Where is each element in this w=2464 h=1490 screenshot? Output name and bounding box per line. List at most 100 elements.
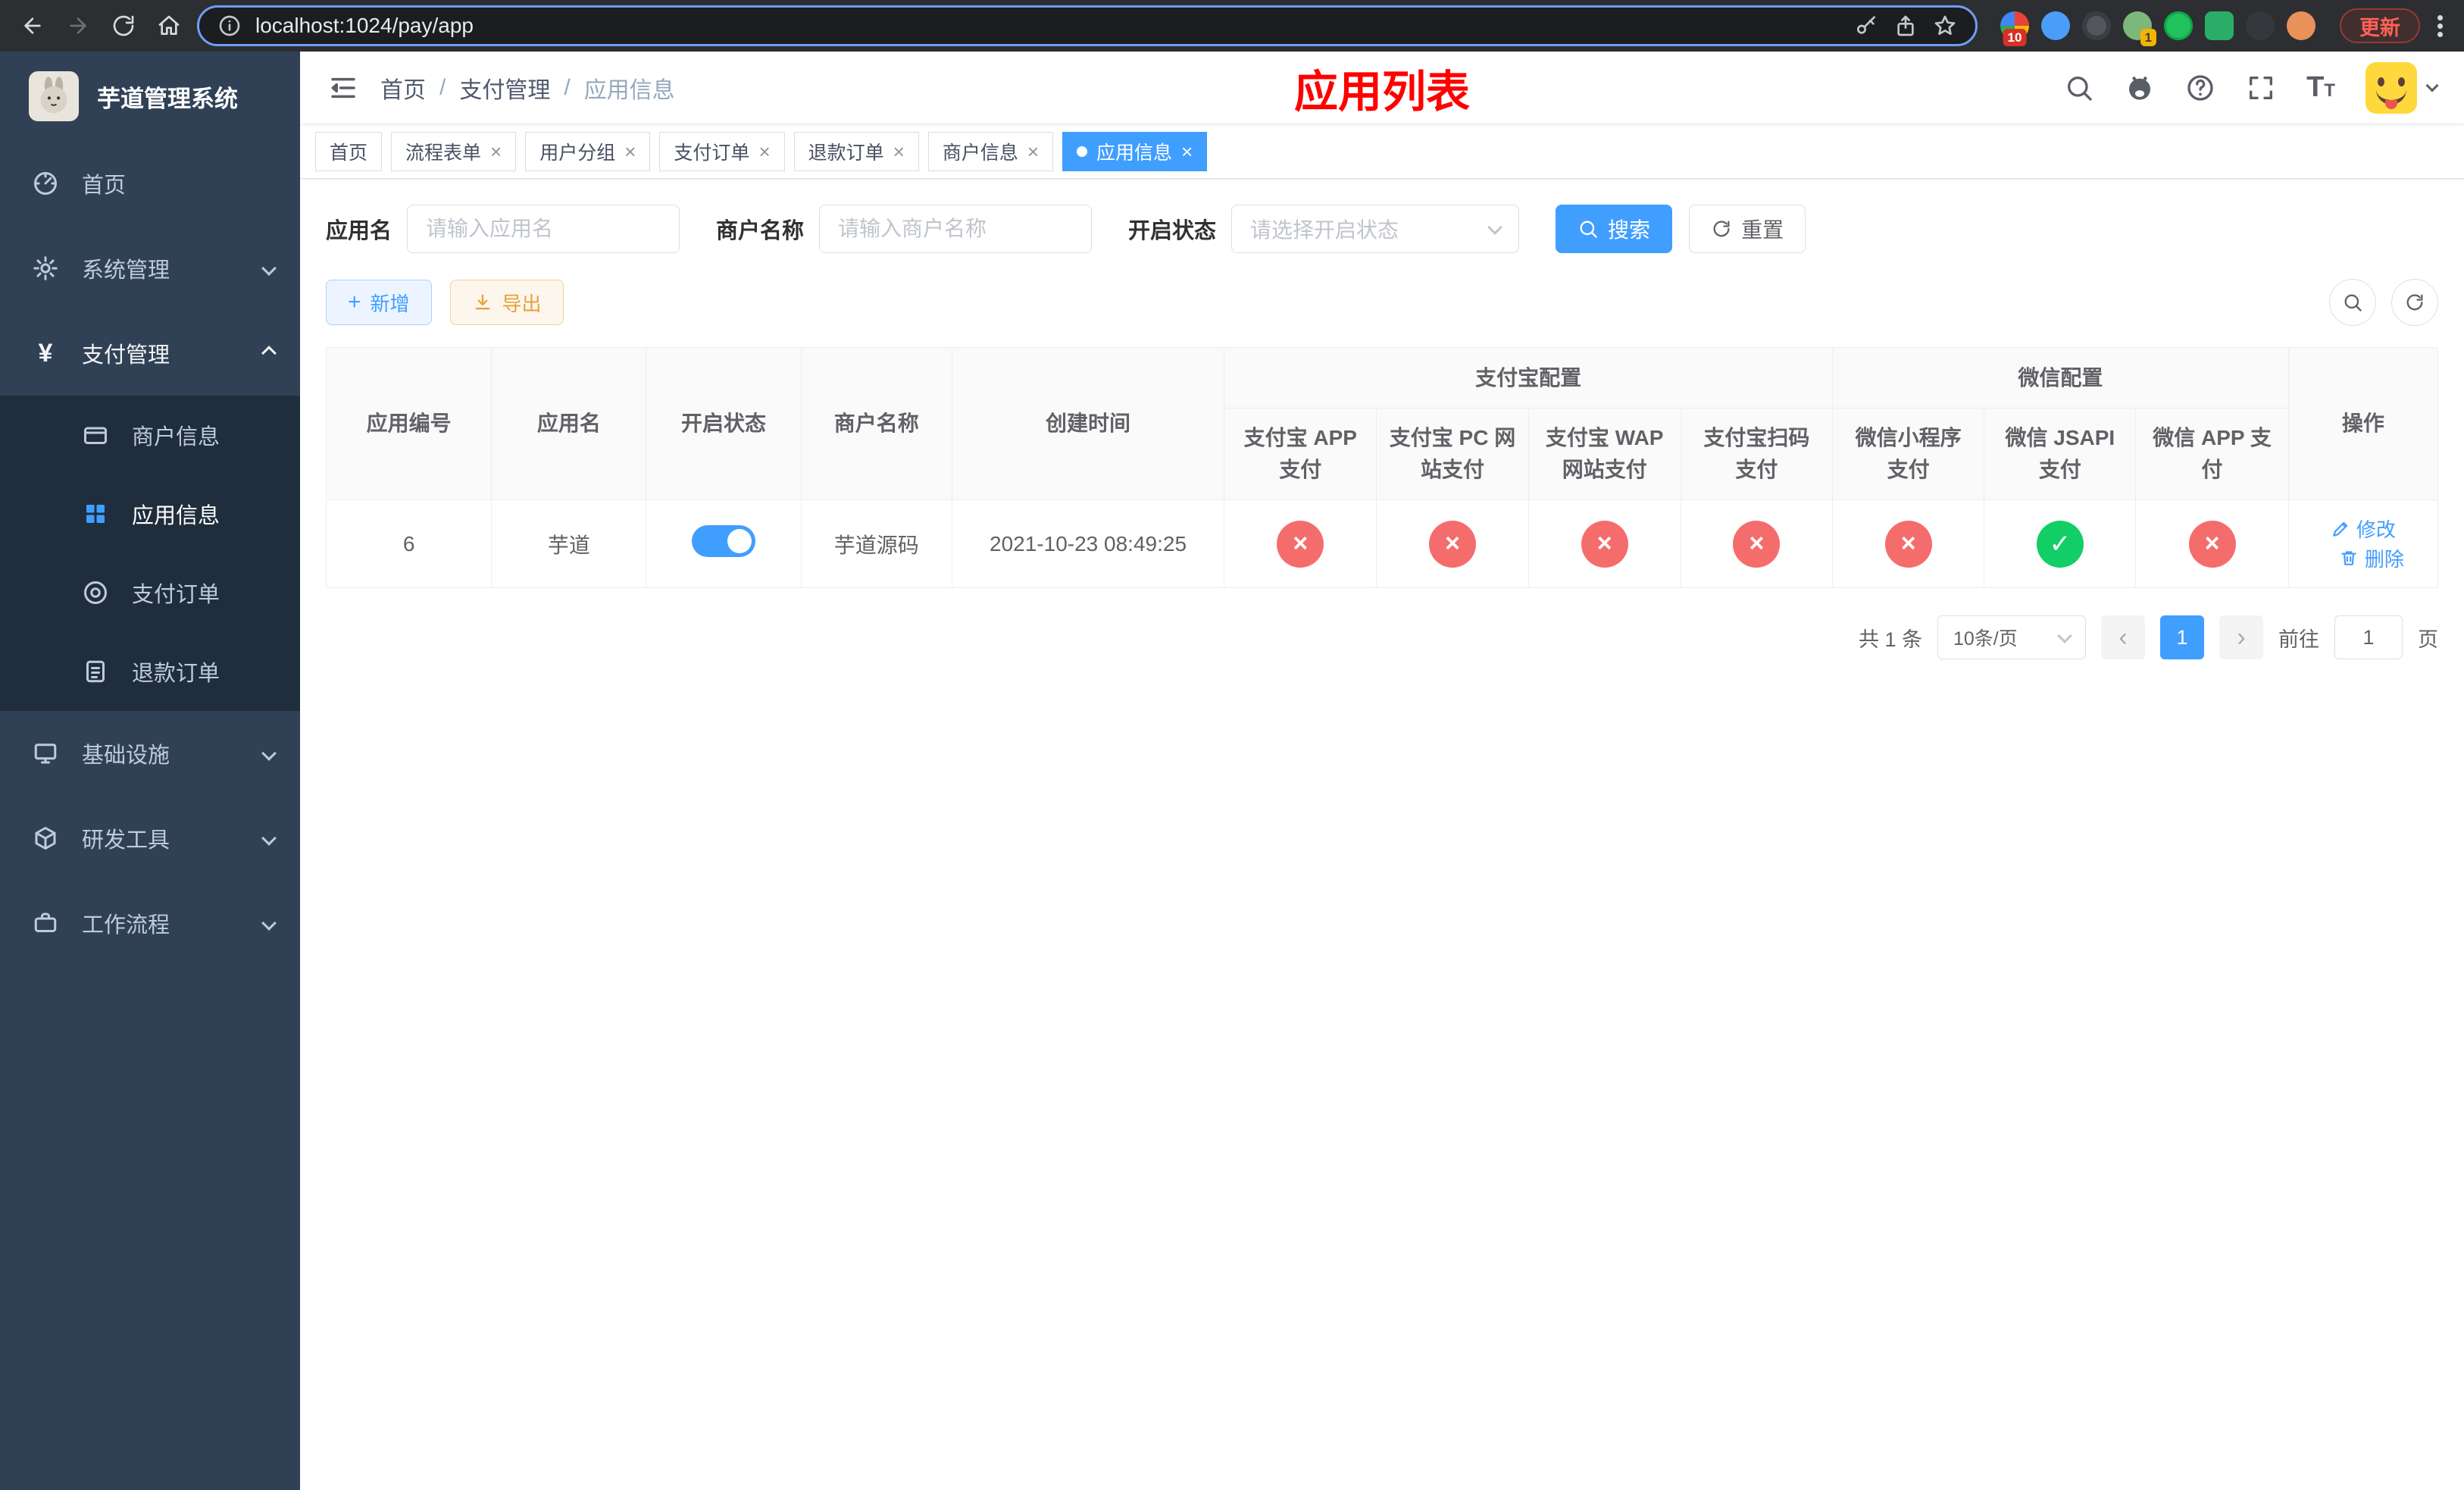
page-info-icon[interactable] [216,12,243,39]
navbar-actions: TT [2064,61,2439,114]
user-avatar[interactable] [2366,61,2417,114]
share-icon[interactable] [1892,12,1919,39]
cell-actions: 修改 删除 [2287,499,2439,588]
refresh-table-button[interactable] [2391,279,2438,326]
url-bar[interactable]: localhost:1024/pay/app [197,5,1978,46]
pagination-total: 共 1 条 [1858,628,1922,651]
page-title: 应用列表 [1293,67,1471,117]
profile-avatar[interactable] [2287,11,2315,40]
sidebar-item-merchant-info[interactable]: 商户信息 [0,396,300,474]
extension-icon[interactable] [2246,11,2275,40]
col-header-alipay-qr: 支付宝扫码支付 [1680,408,1834,500]
box-icon [35,827,56,850]
add-button[interactable]: + 新增 [326,280,432,325]
trash-icon [2341,551,2356,565]
delete-link[interactable]: 删除 [2339,544,2404,572]
sidebar-item-system[interactable]: 系统管理 [0,226,300,311]
extension-icon[interactable] [2041,11,2070,40]
app-name-input[interactable] [407,205,680,253]
sidebar-item-workflow[interactable]: 工作流程 [0,881,300,966]
toggle-search-button[interactable] [2329,279,2376,326]
sidebar-item-payment[interactable]: ¥ 支付管理 [0,311,300,396]
tab-label: 用户分组 [539,142,616,164]
sidebar-item-home[interactable]: 首页 [0,141,300,226]
breadcrumb-section[interactable]: 支付管理 [459,71,550,105]
app-title: 芋道管理系统 [97,85,238,112]
sidebar-item-pay-orders[interactable]: 支付订单 [0,553,300,632]
col-header-merchant: 商户名称 [800,347,952,500]
breadcrumb-home[interactable]: 首页 [380,71,426,105]
close-icon[interactable]: × [758,142,770,161]
prev-page-button[interactable]: ‹ [2101,615,2145,659]
url-text[interactable]: localhost:1024/pay/app [255,14,1840,38]
help-icon[interactable] [2185,73,2215,103]
page-number-button[interactable]: 1 [2160,615,2204,659]
sidebar-item-refund-orders[interactable]: 退款订单 [0,632,300,711]
tab-refund-orders[interactable]: 退款订单 × [793,131,919,171]
disabled-cross-icon: × [1277,520,1324,568]
tab-user-group[interactable]: 用户分组 × [525,131,651,171]
extension-icon[interactable]: 1 [2123,11,2156,46]
close-icon[interactable]: × [490,142,502,161]
col-header-wx-app: 微信 APP 支付 [2135,408,2289,500]
extension-icon[interactable] [2205,11,2234,40]
chevron-down-icon [261,831,277,846]
search-button[interactable]: 搜索 [1556,205,1673,253]
status-select[interactable]: 请选择开启状态 [1231,205,1520,253]
fullscreen-icon[interactable] [2246,73,2276,103]
reset-button[interactable]: 重置 [1689,205,1806,253]
chrome-menu-icon[interactable] [2431,12,2449,40]
tab-app-info[interactable]: 应用信息 × [1062,131,1208,171]
close-icon[interactable]: × [624,142,636,161]
tab-merchant-info[interactable]: 商户信息 × [927,131,1054,171]
close-icon[interactable]: × [893,142,905,161]
search-icon[interactable] [2064,73,2094,103]
close-icon[interactable]: × [1027,142,1039,161]
cell-created: 2021-10-23 08:49:25 [951,499,1225,588]
extension-icon[interactable] [2164,11,2193,40]
yen-icon: ¥ [38,338,53,368]
cell-wx-mini: × [1832,499,1985,588]
tab-home[interactable]: 首页 [315,131,383,171]
col-header-alipay-pc: 支付宝 PC 网站支付 [1376,408,1529,500]
sidebar: 芋道管理系统 首页 系统管理 ¥ 支付管理 商户信息 应用信息 支付订单 退款订… [0,52,300,1490]
password-key-icon[interactable] [1853,12,1880,39]
merchant-name-input[interactable] [819,205,1093,253]
sidebar-fold-icon[interactable] [327,72,359,104]
edit-link[interactable]: 修改 [2331,515,2396,543]
extension-icon[interactable]: 10 [2000,11,2029,46]
edit-link-label: 修改 [2356,518,2396,541]
sidebar-item-devtools[interactable]: 研发工具 [0,796,300,881]
forward-icon[interactable] [61,8,95,43]
breadcrumb: 首页 / 支付管理 / 应用信息 [380,71,675,105]
next-page-button[interactable]: › [2219,615,2263,659]
extension-icon[interactable] [2082,11,2111,40]
page-size-select[interactable]: 10条/页 [1937,615,2086,659]
home-icon[interactable] [152,8,186,43]
sidebar-item-label: 研发工具 [82,828,170,853]
sidebar-item-infra[interactable]: 基础设施 [0,711,300,796]
briefcase-icon [34,912,57,932]
tab-pay-orders[interactable]: 支付订单 × [659,131,785,171]
col-header-app-name: 应用名 [491,347,647,500]
page-size-value: 10条/页 [1953,628,2018,650]
user-menu[interactable] [2366,61,2439,114]
close-icon[interactable]: × [1181,142,1193,161]
cell-status [646,499,802,588]
sidebar-item-app-info[interactable]: 应用信息 [0,474,300,553]
active-dot-icon [1077,146,1088,157]
app-logo[interactable]: 芋道管理系统 [0,52,300,141]
chevron-down-icon [2057,628,2072,643]
reload-icon[interactable] [106,8,141,43]
chrome-update-button[interactable]: 更新 [2340,8,2420,43]
goto-page-input[interactable] [2334,615,2403,659]
tab-process-form[interactable]: 流程表单 × [391,131,517,171]
bookmark-star-icon[interactable] [1931,12,1959,39]
text-size-icon[interactable]: TT [2306,71,2335,104]
document-icon [86,660,105,683]
export-button[interactable]: 导出 [449,280,564,325]
cell-app-name: 芋道 [491,499,647,588]
back-icon[interactable] [15,8,50,43]
github-icon[interactable] [2125,73,2155,103]
status-toggle[interactable] [692,525,756,557]
